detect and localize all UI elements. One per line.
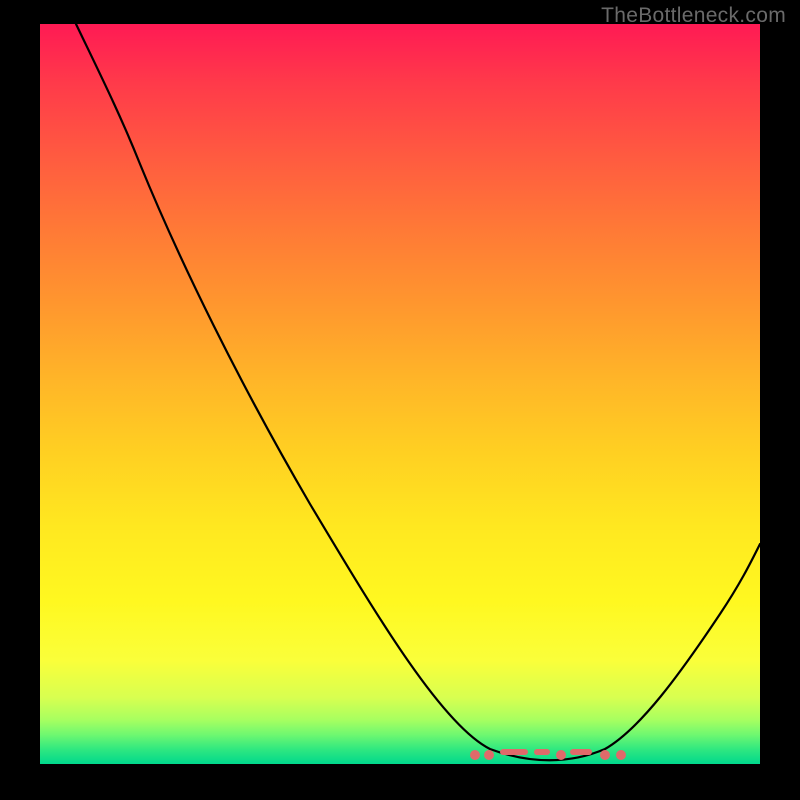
marker-dash bbox=[570, 749, 592, 755]
marker-dot bbox=[556, 750, 566, 760]
chart-frame: TheBottleneck.com bbox=[0, 0, 800, 800]
marker-dot bbox=[484, 750, 494, 760]
curve-svg bbox=[40, 24, 760, 764]
marker-dot bbox=[616, 750, 626, 760]
bottleneck-curve bbox=[76, 24, 760, 760]
marker-dash bbox=[500, 749, 528, 755]
marker-dash bbox=[534, 749, 550, 755]
optimal-range-markers bbox=[470, 749, 640, 764]
plot-area bbox=[40, 24, 760, 764]
marker-dot bbox=[470, 750, 480, 760]
marker-dot bbox=[600, 750, 610, 760]
